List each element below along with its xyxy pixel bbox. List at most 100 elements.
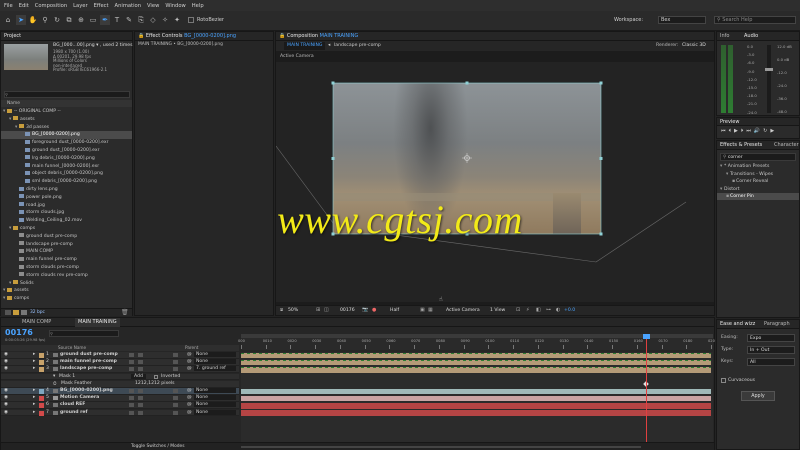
fast-preview-icon[interactable]: ⚡	[526, 307, 530, 313]
layer-label-color[interactable]	[39, 353, 44, 358]
comp-viewer[interactable]: ☝	[276, 62, 714, 303]
effects-tree-item[interactable]: ▾ Transitions - Wipes	[717, 171, 799, 178]
layer-disclosure-icon[interactable]: ▸	[33, 410, 35, 415]
zoom-slider-track[interactable]	[241, 446, 641, 448]
hand-tool-icon[interactable]: ✋	[28, 15, 38, 25]
visibility-eye-icon[interactable]: ◉	[4, 359, 8, 364]
layer-row[interactable]: ◉ ▸ 3 landscape pre-comp @7. ground ref	[1, 366, 239, 374]
mask-row[interactable]: ▾ Mask 1 Add Inverted	[1, 373, 239, 381]
magnify-icon[interactable]: ⧈	[280, 307, 283, 313]
inverted-checkbox[interactable]	[154, 374, 158, 379]
layer-label-color[interactable]	[39, 396, 44, 402]
layer-duration-bar[interactable]	[241, 402, 711, 409]
project-tree-item[interactable]: lrg debris_[0000-0200].png	[1, 155, 132, 162]
layer-duration-bar[interactable]	[241, 388, 711, 395]
menu-item-view[interactable]: View	[147, 3, 159, 9]
layer-name[interactable]: BG_[0000-0200].png	[60, 388, 113, 393]
project-tree-item[interactable]: storm clouds pre-comp	[1, 264, 132, 271]
layer-label-color[interactable]	[39, 367, 44, 373]
zoom-select[interactable]: 50%	[288, 308, 298, 313]
zoom-tool-icon[interactable]: ⚲	[40, 15, 50, 25]
mask-name[interactable]: Mask 1	[59, 374, 75, 379]
shy-switch[interactable]	[129, 389, 134, 393]
layer-row[interactable]: ◉ ▸ 6 cloud REF @ None	[1, 402, 239, 410]
renderer-value[interactable]: Classic 3D	[682, 42, 706, 50]
layer-name[interactable]: landscape pre-comp	[60, 366, 112, 371]
audio-slider-track[interactable]	[767, 45, 771, 113]
visibility-eye-icon[interactable]: ◉	[4, 388, 8, 393]
fx-switch[interactable]	[138, 396, 143, 401]
workspace-select[interactable]: Bex	[658, 16, 706, 24]
fx-switch[interactable]	[138, 389, 143, 393]
tab-info[interactable]: Info	[717, 32, 732, 41]
project-tree-item[interactable]: ▾ 3d passes	[1, 124, 132, 131]
layer-name[interactable]: Motion Camera	[60, 395, 99, 400]
timeline-search-input[interactable]: ⚲	[49, 330, 119, 337]
pickwhip-icon[interactable]: @	[187, 402, 192, 407]
mask-visibility-icon[interactable]: ◫	[324, 307, 329, 313]
layer-disclosure-icon[interactable]: ▸	[33, 366, 35, 371]
mask-disclosure-icon[interactable]: ▾	[53, 374, 55, 379]
mask-mode-select[interactable]: Add	[131, 373, 146, 379]
exposure-value[interactable]: +0.0	[564, 308, 575, 313]
crumb-main-training[interactable]: MAIN TRAINING	[284, 42, 326, 50]
fx-switch[interactable]	[138, 353, 143, 357]
menu-item-composition[interactable]: Composition	[35, 3, 67, 9]
toggle-switches-modes[interactable]: Toggle Switches / Modes	[131, 444, 185, 449]
layer-duration-bar[interactable]	[241, 410, 711, 416]
pickwhip-icon[interactable]: @	[187, 388, 192, 393]
pickwhip-icon[interactable]: @	[187, 395, 192, 400]
layer-row[interactable]: ◉ ▸ 1 ground dust pre-comp @ None	[1, 352, 239, 359]
camera-tool-icon[interactable]: ⧉	[64, 15, 74, 25]
menu-item-help[interactable]: Help	[192, 3, 204, 9]
shy-switch[interactable]	[129, 396, 134, 401]
tab-effect-controls[interactable]: 🔒 Effect Controls BG_[0000-0200].png	[135, 32, 239, 41]
project-tree-item[interactable]: object debris_[0000-0200].png	[1, 170, 132, 177]
layer-label-color[interactable]	[39, 403, 44, 409]
project-tree-item[interactable]: main funnel pre-comp	[1, 256, 132, 263]
parent-select[interactable]: None	[194, 402, 236, 408]
column-source-name[interactable]: Source Name	[58, 345, 86, 350]
trash-icon[interactable]: 🗑	[121, 309, 129, 316]
parent-select[interactable]: None	[194, 395, 236, 401]
home-icon[interactable]: ⌂	[3, 15, 13, 25]
3d-layer-switch[interactable]	[173, 367, 178, 372]
layer-disclosure-icon[interactable]: ▸	[33, 402, 35, 407]
stopwatch-icon[interactable]: ⏱	[53, 381, 57, 387]
project-tree-item[interactable]: sml debris_[0000-0200].png	[1, 178, 132, 185]
shy-switch[interactable]	[129, 403, 134, 408]
pan-behind-tool-icon[interactable]: ⊕	[76, 15, 86, 25]
layer-row[interactable]: ◉ ▸ 7 ground ref @ None	[1, 409, 239, 417]
menu-item-layer[interactable]: Layer	[73, 3, 87, 9]
project-tree-item[interactable]: foreground dust_[0000-0200].exr	[1, 139, 132, 146]
menu-item-effect[interactable]: Effect	[94, 3, 109, 9]
visibility-eye-icon[interactable]: ◉	[4, 410, 8, 415]
pickwhip-icon[interactable]: @	[187, 366, 192, 371]
fx-switch[interactable]	[138, 403, 143, 408]
column-parent[interactable]: Parent	[185, 345, 198, 350]
new-comp-icon[interactable]	[21, 310, 27, 315]
parent-select[interactable]: None	[194, 359, 236, 365]
playhead-handle[interactable]	[643, 334, 650, 339]
transparency-icon[interactable]: ▦	[428, 307, 433, 313]
toggle-pixel-icon[interactable]: ⊡	[516, 307, 520, 313]
project-tree-item[interactable]: MAIN COMP	[1, 248, 132, 255]
bpc-label[interactable]: 32 bpc	[30, 310, 45, 315]
ram-preview-icon[interactable]: ▶	[770, 128, 777, 134]
tab-project[interactable]: Project	[1, 32, 24, 41]
playhead-line[interactable]	[646, 334, 647, 444]
channel-icon[interactable]: ●	[372, 307, 376, 313]
shy-switch[interactable]	[129, 353, 134, 357]
interpret-footage-icon[interactable]	[5, 310, 11, 315]
timeline-tab-main-comp[interactable]: MAIN COMP	[19, 318, 54, 327]
parent-select[interactable]: None	[194, 352, 236, 357]
tab-ease-wizz[interactable]: Ease and wizz	[717, 320, 758, 329]
layer-row[interactable]: ◉ ▸ 4 BG_[0000-0200].png @ None	[1, 388, 239, 395]
layer-row[interactable]: ◉ ▸ 5 Motion Camera @ None	[1, 395, 239, 402]
layer-name[interactable]: cloud REF	[60, 402, 85, 407]
eraser-tool-icon[interactable]: ◇	[148, 15, 158, 25]
menu-item-file[interactable]: File	[4, 3, 13, 9]
effects-search-input[interactable]: ⚲ corner	[720, 153, 796, 161]
visibility-eye-icon[interactable]: ◉	[4, 395, 8, 400]
layer-name[interactable]: ground ref	[60, 410, 88, 415]
